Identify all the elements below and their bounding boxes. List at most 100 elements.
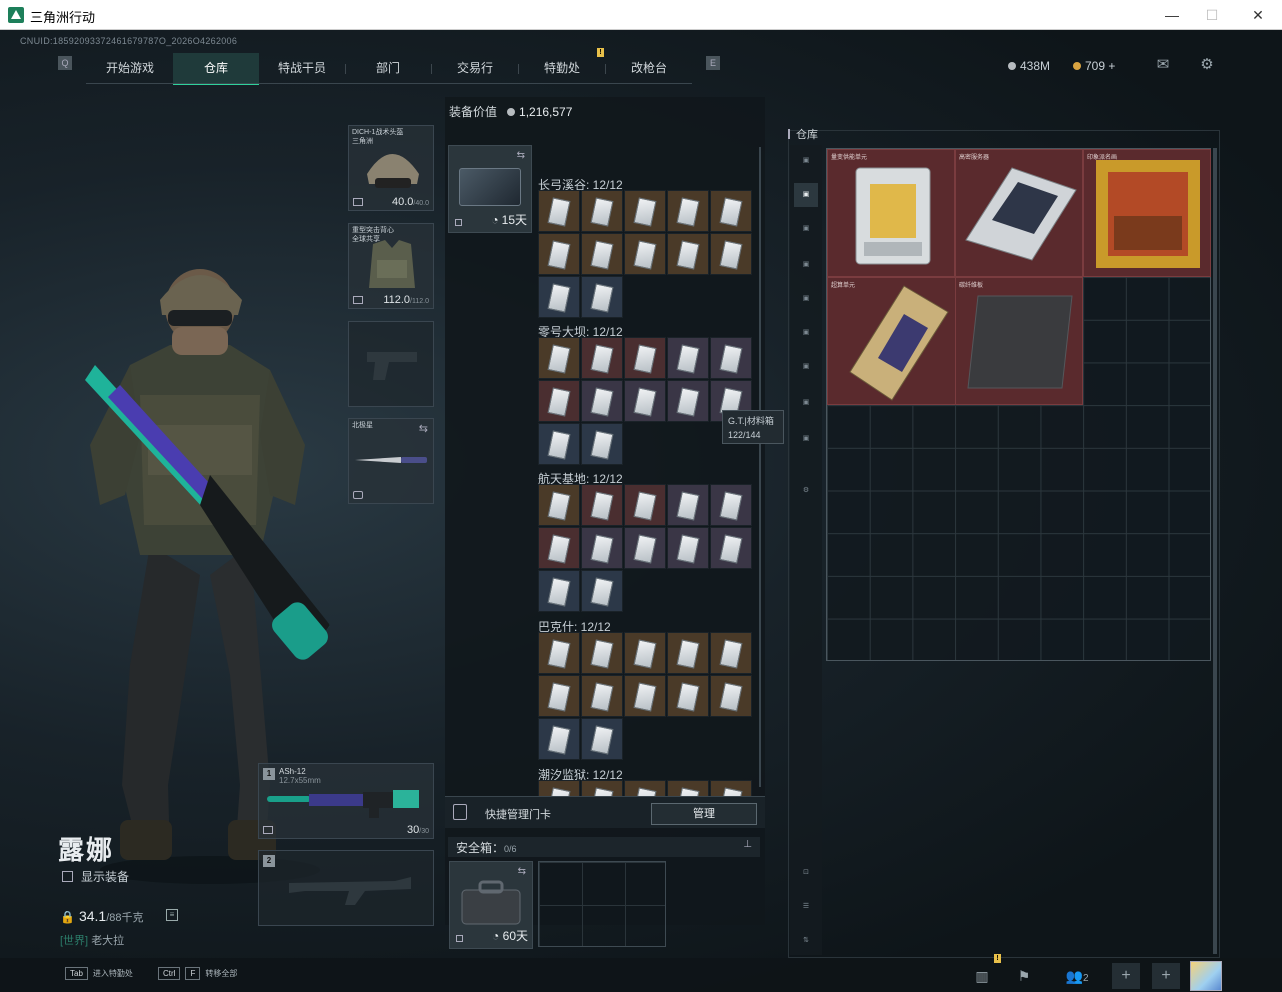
keycard-item[interactable]: [624, 527, 666, 569]
gold-currency[interactable]: 709 +: [1073, 59, 1115, 73]
minimize-button[interactable]: —: [1158, 4, 1186, 26]
keycard-item[interactable]: [538, 484, 580, 526]
keycard-item[interactable]: [667, 337, 709, 379]
warehouse-tab-2[interactable]: ▣: [794, 183, 818, 207]
keycard-item[interactable]: [667, 632, 709, 674]
keycard-item[interactable]: [667, 380, 709, 422]
keycard-item[interactable]: [710, 233, 752, 275]
warehouse-tab-5[interactable]: ▣: [794, 287, 818, 311]
warehouse-grid[interactable]: 量变供能单元 高密服务器 印象派名画 超算单元 碳纤维板: [826, 148, 1211, 661]
keycard-item[interactable]: [538, 190, 580, 232]
keycard-item[interactable]: [538, 632, 580, 674]
keycard-bag[interactable]: ⇆ 15天: [448, 145, 532, 233]
keycard-item[interactable]: [624, 484, 666, 526]
add-teammate-button[interactable]: +: [1152, 963, 1180, 989]
settings-gear-icon[interactable]: ⚙: [1197, 57, 1217, 73]
keycard-item[interactable]: [710, 484, 752, 526]
keycard-item[interactable]: [624, 675, 666, 717]
keycard-item[interactable]: [581, 632, 623, 674]
keycard-item[interactable]: [667, 190, 709, 232]
keycard-item[interactable]: [581, 718, 623, 760]
layers-icon[interactable]: ☰: [794, 895, 818, 919]
pin-icon[interactable]: ⊥: [743, 839, 752, 850]
tab-start-game[interactable]: 开始游戏: [88, 53, 172, 85]
helmet-slot[interactable]: DICH-1战术头盔 三角洲 40.0/40.0: [348, 125, 434, 211]
swap-icon[interactable]: ⇆: [518, 866, 526, 877]
keycard-item[interactable]: [538, 570, 580, 612]
keycard-item[interactable]: [624, 380, 666, 422]
keycard-item[interactable]: [581, 570, 623, 612]
warehouse-item[interactable]: 碳纤维板: [955, 277, 1083, 405]
friends-button[interactable]: 👥2: [1060, 963, 1094, 989]
keycard-item[interactable]: [538, 675, 580, 717]
sort-icon[interactable]: ⇅: [794, 929, 818, 953]
tab-department[interactable]: 部门: [346, 53, 430, 85]
warehouse-tab-3[interactable]: ▣: [794, 217, 818, 241]
hotkey-transfer-all[interactable]: Ctrl F 转移全部: [158, 967, 237, 980]
primary-weapon-slot[interactable]: 1 ASh-12 12.7x55mm 30/30: [258, 763, 434, 839]
keycard-item[interactable]: [538, 276, 580, 318]
keycard-item[interactable]: [624, 233, 666, 275]
maximize-button[interactable]: ☐: [1198, 4, 1226, 26]
show-equipment-toggle[interactable]: 显示装备: [62, 868, 129, 885]
stats-icon[interactable]: ▥: [968, 963, 996, 989]
keycard-item[interactable]: [624, 632, 666, 674]
keycard-item[interactable]: [581, 527, 623, 569]
keycard-item[interactable]: [667, 527, 709, 569]
warehouse-scrollbar[interactable]: [1213, 148, 1217, 954]
warehouse-item[interactable]: 量变供能单元: [827, 149, 955, 277]
keycard-item[interactable]: [581, 423, 623, 465]
keycard-item[interactable]: [624, 337, 666, 379]
keycard-item[interactable]: [581, 484, 623, 526]
keycard-item[interactable]: [710, 527, 752, 569]
mail-icon[interactable]: ✉: [1153, 57, 1173, 73]
warehouse-expand-icon[interactable]: ⊡: [794, 861, 818, 885]
keycard-item[interactable]: [710, 632, 752, 674]
tab-special-ops[interactable]: 特勤处: [519, 53, 605, 85]
keycard-item[interactable]: [581, 276, 623, 318]
keycard-item[interactable]: [710, 337, 752, 379]
flag-icon[interactable]: ⚑: [1010, 963, 1038, 989]
tab-gunsmith[interactable]: 改枪台: [606, 53, 692, 85]
warehouse-tab-10[interactable]: ⚙: [794, 479, 818, 503]
warehouse-tab-8[interactable]: ▣: [794, 391, 818, 415]
keycard-item[interactable]: [538, 718, 580, 760]
add-teammate-button[interactable]: +: [1112, 963, 1140, 989]
keycard-item[interactable]: [538, 527, 580, 569]
player-avatar[interactable]: [1190, 961, 1222, 991]
keycard-item[interactable]: [710, 190, 752, 232]
tab-operators[interactable]: 特战干员: [260, 53, 344, 85]
keycard-item[interactable]: [710, 675, 752, 717]
pistol-slot-empty[interactable]: [348, 321, 434, 407]
warehouse-tab-1[interactable]: ▣: [794, 149, 818, 173]
hotkey-enter-special-ops[interactable]: Tab 进入特勤处: [65, 967, 133, 980]
keycard-item[interactable]: [538, 423, 580, 465]
secondary-weapon-slot[interactable]: 2: [258, 850, 434, 926]
keycard-item[interactable]: [538, 337, 580, 379]
weight-details-icon[interactable]: ≡: [166, 909, 178, 921]
warehouse-tab-4[interactable]: ▣: [794, 253, 818, 277]
warehouse-tab-6[interactable]: ▣: [794, 321, 818, 345]
tab-warehouse[interactable]: 仓库: [173, 53, 259, 85]
keycard-item[interactable]: [581, 233, 623, 275]
keycard-item[interactable]: [538, 233, 580, 275]
warehouse-item[interactable]: 印象派名画: [1083, 149, 1211, 277]
keycard-item[interactable]: [581, 337, 623, 379]
keycard-item[interactable]: [667, 675, 709, 717]
keycard-item[interactable]: [581, 380, 623, 422]
keycard-item[interactable]: [538, 380, 580, 422]
safebox-container[interactable]: ⇆ ◔ 60天: [449, 861, 533, 949]
swap-icon[interactable]: ⇆: [517, 150, 525, 161]
keycard-item[interactable]: [581, 190, 623, 232]
nav-prev-key[interactable]: Q: [58, 56, 72, 70]
nav-next-key[interactable]: E: [706, 56, 720, 70]
armor-slot[interactable]: 重型突击背心 全球共享 112.0/112.0: [348, 223, 434, 309]
keycard-scrollbar[interactable]: [759, 147, 761, 787]
warehouse-item[interactable]: 高密服务器: [955, 149, 1083, 277]
manage-button[interactable]: 管理: [651, 803, 757, 825]
close-button[interactable]: ✕: [1244, 4, 1272, 26]
warehouse-tab-9[interactable]: ▣: [794, 427, 818, 451]
safebox-grid[interactable]: [538, 861, 666, 947]
melee-slot[interactable]: 北极星 ⇆: [348, 418, 434, 504]
keycard-item[interactable]: [581, 675, 623, 717]
